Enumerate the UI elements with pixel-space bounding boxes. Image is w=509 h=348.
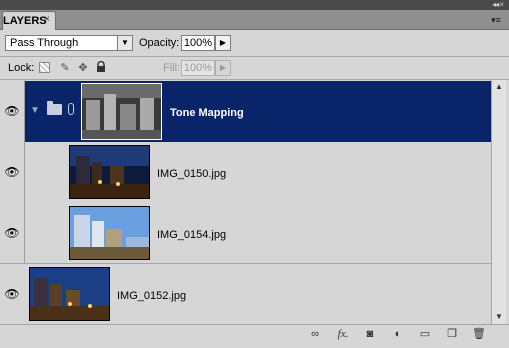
- layer-name: IMG_0150.jpg: [157, 168, 227, 180]
- layer-name: Tone Mapping: [170, 107, 244, 119]
- panel-menu-icon[interactable]: ▾≡: [489, 13, 503, 27]
- fill-slider-button[interactable]: ▶: [215, 60, 231, 76]
- adjustment-layer-icon[interactable]: ◐: [389, 326, 407, 342]
- eye-icon[interactable]: 👁: [4, 226, 20, 240]
- layer-thumbnail[interactable]: [69, 145, 150, 199]
- opacity-slider-button[interactable]: ▶: [215, 35, 231, 51]
- layer-name: IMG_0154.jpg: [157, 229, 227, 241]
- fill-input[interactable]: 100%: [181, 60, 215, 76]
- scroll-down-icon[interactable]: ▼: [492, 310, 506, 324]
- blend-mode-select[interactable]: Pass Through ▼: [5, 35, 133, 51]
- panel-tab-row: [0, 10, 509, 30]
- layer-name: IMG_0152.jpg: [117, 290, 187, 302]
- folder-icon: [47, 101, 62, 115]
- layer-thumbnail[interactable]: [29, 267, 110, 321]
- divider: [0, 56, 509, 57]
- lock-icon[interactable]: [94, 60, 108, 75]
- trash-icon[interactable]: 🗑: [470, 326, 488, 342]
- eye-icon[interactable]: 👁: [4, 104, 20, 118]
- collapse-panel-icon[interactable]: ◂◂ ×: [492, 0, 504, 10]
- expand-triangle-icon[interactable]: ▼: [30, 105, 40, 117]
- divider: [0, 79, 509, 80]
- layers-scrollbar[interactable]: ▲ ▼: [491, 80, 506, 324]
- fx-icon[interactable]: fx.: [334, 326, 352, 342]
- transparent-pixels-icon[interactable]: [39, 62, 50, 73]
- opacity-input[interactable]: 100%: [181, 35, 215, 51]
- link-layers-icon[interactable]: ∞: [306, 326, 324, 342]
- new-layer-icon[interactable]: ❐: [443, 326, 461, 342]
- lock-label: Lock:: [8, 62, 35, 74]
- scroll-up-icon[interactable]: ▲: [492, 80, 506, 94]
- new-group-icon[interactable]: ▭: [416, 326, 434, 342]
- chevron-down-icon[interactable]: ▼: [117, 36, 132, 50]
- fill-label: Fill:: [163, 62, 181, 74]
- layer-thumbnail[interactable]: [81, 83, 162, 140]
- layer-mask-icon[interactable]: ◙: [361, 326, 379, 342]
- brush-icon[interactable]: ✎: [58, 61, 72, 75]
- opacity-label: Opacity:: [139, 37, 180, 49]
- panel-top-strip: [0, 0, 509, 10]
- eye-icon[interactable]: 👁: [4, 165, 20, 179]
- eye-icon[interactable]: 👁: [4, 287, 20, 301]
- link-icon: [68, 103, 74, 115]
- blend-mode-value: Pass Through: [10, 37, 79, 49]
- move-icon[interactable]: ✥: [76, 61, 90, 75]
- tab-close-icon[interactable]: ×: [40, 11, 54, 29]
- layer-thumbnail[interactable]: [69, 206, 150, 260]
